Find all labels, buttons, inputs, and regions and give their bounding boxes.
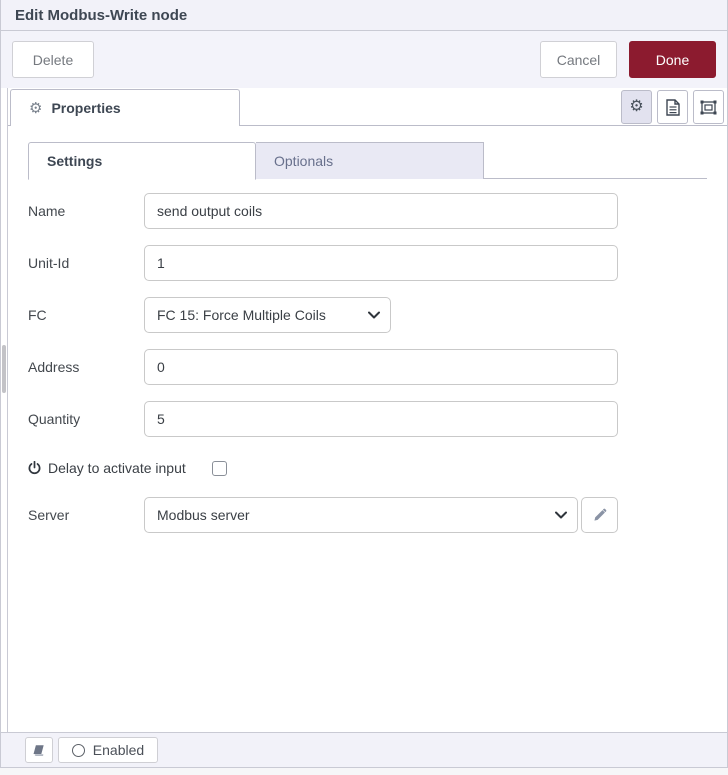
address-label: Address <box>28 359 80 375</box>
done-button[interactable]: Done <box>629 41 716 78</box>
fc-label: FC <box>28 307 47 323</box>
settings-tab-bar: Settings Optionals <box>28 142 707 180</box>
properties-icon-button[interactable]: ⚙ <box>621 90 652 124</box>
tab-settings[interactable]: Settings <box>28 142 256 180</box>
gear-icon: ⚙ <box>629 98 644 115</box>
dialog-title: Edit Modbus-Write node <box>15 6 188 24</box>
left-scrollbar-thumb[interactable] <box>2 345 6 393</box>
form-container: Settings Optionals Name Unit-Id FC F <box>8 142 727 533</box>
name-label: Name <box>28 203 66 219</box>
server-select[interactable]: Modbus server <box>144 497 578 533</box>
name-row: Name <box>28 193 707 229</box>
fc-select-value: FC 15: Force Multiple Coils <box>157 307 326 323</box>
quantity-row: Quantity <box>28 401 707 437</box>
power-icon <box>28 461 41 475</box>
fc-select[interactable]: FC 15: Force Multiple Coils <box>144 297 391 333</box>
appearance-icon-button[interactable] <box>693 90 724 124</box>
unit-id-row: Unit-Id <box>28 245 707 281</box>
edit-node-dialog: Edit Modbus-Write node Delete Cancel Don… <box>0 0 728 768</box>
delay-label: Delay to activate input <box>48 460 186 476</box>
tab-optionals-label: Optionals <box>274 153 334 169</box>
server-edit-button[interactable] <box>581 497 618 533</box>
document-icon <box>665 98 680 116</box>
tab-properties-label: Properties <box>51 100 121 116</box>
dialog-button-bar: Delete Cancel Done <box>1 31 727 88</box>
editor-tab-toolbar: ⚙ <box>621 90 724 124</box>
editor-tab-row: ⚙ Properties ⚙ <box>8 88 727 126</box>
dialog-header: Edit Modbus-Write node <box>1 0 727 31</box>
node-enabled-toggle[interactable]: Enabled <box>58 737 158 763</box>
server-label: Server <box>28 507 70 523</box>
chevron-down-icon <box>555 511 567 519</box>
object-group-icon <box>700 100 717 115</box>
tab-optionals[interactable]: Optionals <box>256 142 484 179</box>
server-select-value: Modbus server <box>157 507 250 523</box>
unit-id-input[interactable] <box>144 245 618 281</box>
quantity-label: Quantity <box>28 411 81 427</box>
name-input[interactable] <box>144 193 618 229</box>
address-row: Address <box>28 349 707 385</box>
pencil-icon <box>592 508 607 523</box>
quantity-input[interactable] <box>144 401 618 437</box>
unit-id-label: Unit-Id <box>28 255 70 271</box>
chevron-down-icon <box>368 311 380 319</box>
enabled-label: Enabled <box>92 742 145 758</box>
delay-checkbox[interactable] <box>211 460 227 476</box>
cancel-button[interactable]: Cancel <box>540 41 617 78</box>
dialog-footer: Enabled <box>1 732 727 768</box>
gear-icon: ⚙ <box>29 99 43 117</box>
tab-settings-label: Settings <box>47 153 103 169</box>
delete-button[interactable]: Delete <box>12 41 94 78</box>
delay-label-group: Delay to activate input <box>28 460 186 476</box>
dialog-content: ⚙ Properties ⚙ Settings Optionals Name s… <box>7 88 727 732</box>
description-icon-button[interactable] <box>657 90 688 124</box>
tab-properties[interactable]: ⚙ Properties <box>10 89 240 126</box>
delay-row: Delay to activate input <box>28 455 707 481</box>
circle-icon <box>71 743 85 757</box>
fc-row: FC FC 15: Force Multiple Coils <box>28 297 707 333</box>
docs-button[interactable] <box>25 737 53 763</box>
book-icon <box>32 744 46 757</box>
address-input[interactable] <box>144 349 618 385</box>
server-row: Server Modbus server <box>28 497 707 533</box>
